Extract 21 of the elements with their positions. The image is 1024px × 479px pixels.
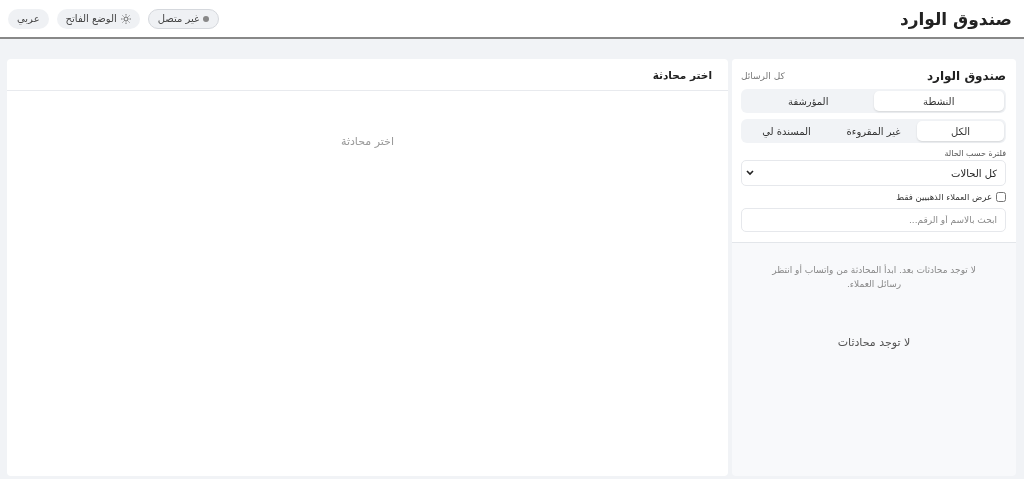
empty-state-text: اختر محادثة <box>340 135 395 148</box>
language-button[interactable]: عربي <box>8 8 49 29</box>
empty-hint: لا توجد محادثات بعد. ابدأ المحادثة من واتساب أو انتظر رسائل العملاء. <box>771 263 977 292</box>
tab[interactable]: الكل <box>917 121 1004 141</box>
tab[interactable]: النشطة <box>873 91 1004 111</box>
page-title: صندوق الوارد <box>899 8 1012 29</box>
checkbox[interactable] <box>996 192 1006 202</box>
conversation-title: اختر محادثة <box>652 68 712 81</box>
chevron-down-icon <box>746 170 754 176</box>
tab[interactable]: المؤرشفة <box>743 91 874 111</box>
filter-label: فلترة حسب الحالة <box>943 149 1006 158</box>
sidebar-subtitle: كل الرسائل <box>741 71 785 81</box>
sidebar-title: صندوق الوارد <box>926 69 1006 83</box>
tab[interactable]: غير المقروءة <box>830 121 917 141</box>
connection-status: غير متصل <box>147 8 220 29</box>
status-dropdown[interactable]: كل الحالات <box>741 160 1006 186</box>
tab[interactable]: المسندة لي <box>743 121 830 141</box>
checkbox-label: عرض العملاء الذهبيين فقط <box>896 192 992 202</box>
theme-toggle-button[interactable]: الوضع الفاتح <box>56 8 140 29</box>
sun-icon <box>120 13 131 24</box>
empty-title: لا توجد محادثات <box>836 335 912 349</box>
